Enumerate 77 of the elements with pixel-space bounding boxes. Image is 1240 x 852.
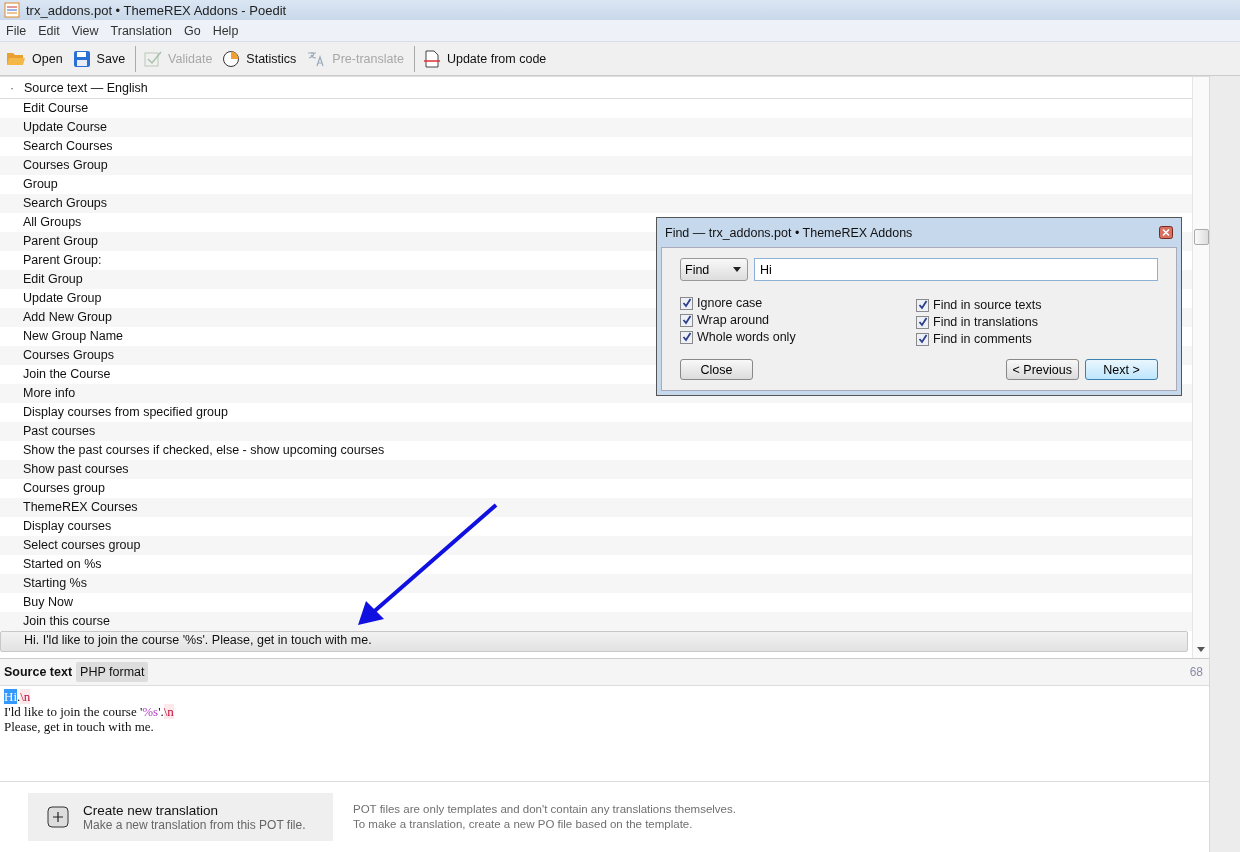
list-row[interactable]: Parent Group: [23, 253, 102, 267]
search-field[interactable]: Hi [754, 258, 1158, 281]
list-row[interactable]: ThemeREX Courses [23, 500, 138, 514]
checkmark-icon [917, 300, 928, 310]
list-row[interactable]: Display courses from specified group [23, 405, 228, 419]
checkmark-icon [144, 49, 163, 68]
list-row[interactable]: Buy Now [23, 595, 74, 609]
list-row[interactable]: More info [23, 386, 76, 400]
column-header[interactable]: · Source text — English [0, 77, 1192, 99]
list-row[interactable]: Starting %s [23, 576, 87, 590]
menu-item[interactable]: Help [206, 23, 245, 38]
menu-item[interactable]: Translation [104, 23, 178, 38]
translate-icon [306, 49, 327, 68]
scroll-thumb[interactable] [1194, 229, 1209, 245]
checkmark-icon [681, 298, 692, 308]
option-checkbox[interactable]: Find in translations [916, 314, 1152, 330]
create-translation-button[interactable]: Create new translation Make a new translation from this POT file. [28, 793, 333, 841]
list-row[interactable]: Edit Group [23, 272, 83, 286]
panel-title: Source text [4, 665, 73, 679]
option-checkbox[interactable]: Wrap around [680, 312, 916, 328]
list-row[interactable]: Started on %s [23, 557, 102, 571]
option-checkbox[interactable]: Find in source texts [916, 297, 1152, 313]
info-text: POT files are only templates and don't contain any translations themselves. [353, 802, 736, 817]
list-row[interactable]: Courses Groups [23, 348, 114, 362]
scrollbar[interactable] [1192, 77, 1209, 658]
list-row[interactable]: Edit Course [23, 101, 89, 115]
list-row[interactable]: Add New Group [23, 310, 112, 324]
document-icon [422, 49, 441, 68]
menu-item[interactable]: Go [177, 23, 207, 38]
caret-icon [733, 267, 741, 272]
statistics-button[interactable]: Statistics [220, 46, 305, 71]
source-text: Hi.\n I'ld like to join the course '%s'.\n Please, get in touch with me. [0, 686, 1209, 782]
list-row[interactable]: All Groups [23, 215, 82, 229]
close-icon[interactable] [1159, 226, 1173, 239]
option-checkbox[interactable]: Find in comments [916, 331, 1152, 347]
list-row[interactable]: Update Group [23, 291, 102, 305]
dialog-button[interactable]: Next > [1085, 359, 1158, 380]
info-text: To make a translation, create a new PO file based on the template. [353, 817, 694, 832]
pie-chart-icon [222, 49, 241, 68]
mode-dropdown[interactable]: Find [680, 258, 748, 281]
plus-icon [47, 806, 69, 828]
list-row[interactable]: Show the past courses if checked, else - show upcoming courses [23, 443, 385, 457]
list-row[interactable]: Search Groups [23, 196, 108, 210]
checkmark-icon [917, 334, 928, 344]
checkmark-icon [681, 332, 692, 342]
option-checkbox[interactable]: Whole words only [680, 329, 916, 345]
list-row[interactable]: Select courses group [23, 538, 141, 552]
dialog-title: Find — trx_addons.pot • ThemeREX Addons [665, 225, 913, 240]
menu-item[interactable]: View [65, 23, 105, 38]
list-row[interactable]: Courses Group [23, 158, 108, 172]
entry-count: 68 [1189, 665, 1203, 679]
list-row[interactable]: Courses group [23, 481, 105, 495]
dialog-button[interactable]: < Previous [1005, 359, 1079, 380]
close-button[interactable]: Close [680, 359, 753, 380]
option-checkbox[interactable]: Ignore case [680, 295, 916, 311]
list-row[interactable]: Join this course [23, 614, 110, 628]
list-row[interactable]: Group [23, 177, 58, 191]
list-row[interactable]: Hi. I'ld like to join the course '%s'. Please, get in touch with me. [24, 633, 372, 647]
app-icon [4, 2, 20, 18]
save-button[interactable]: Save [70, 46, 134, 71]
list-row[interactable]: New Group Name [23, 329, 124, 343]
checkmark-icon [681, 315, 692, 325]
scroll-down-icon[interactable] [1197, 647, 1205, 652]
window-title: trx_addons.pot • ThemeREX Addons - Poedit [26, 2, 287, 18]
list-row[interactable]: Search Courses [23, 139, 113, 153]
list-row[interactable]: Show past courses [23, 462, 129, 476]
list-row[interactable]: Update Course [23, 120, 108, 134]
checkmark-icon [917, 317, 928, 327]
menu-item[interactable]: File [0, 23, 33, 38]
list-row[interactable]: Parent Group [23, 234, 99, 248]
format-tag: PHP format [76, 662, 149, 682]
list-row[interactable]: Join the Course [23, 367, 111, 381]
list-row[interactable]: Display courses [23, 519, 112, 533]
update-button[interactable]: Update from code [420, 46, 555, 71]
list-row[interactable]: Past courses [23, 424, 96, 438]
open-button[interactable]: Open [4, 46, 71, 71]
menu-item[interactable]: Edit [32, 23, 66, 38]
